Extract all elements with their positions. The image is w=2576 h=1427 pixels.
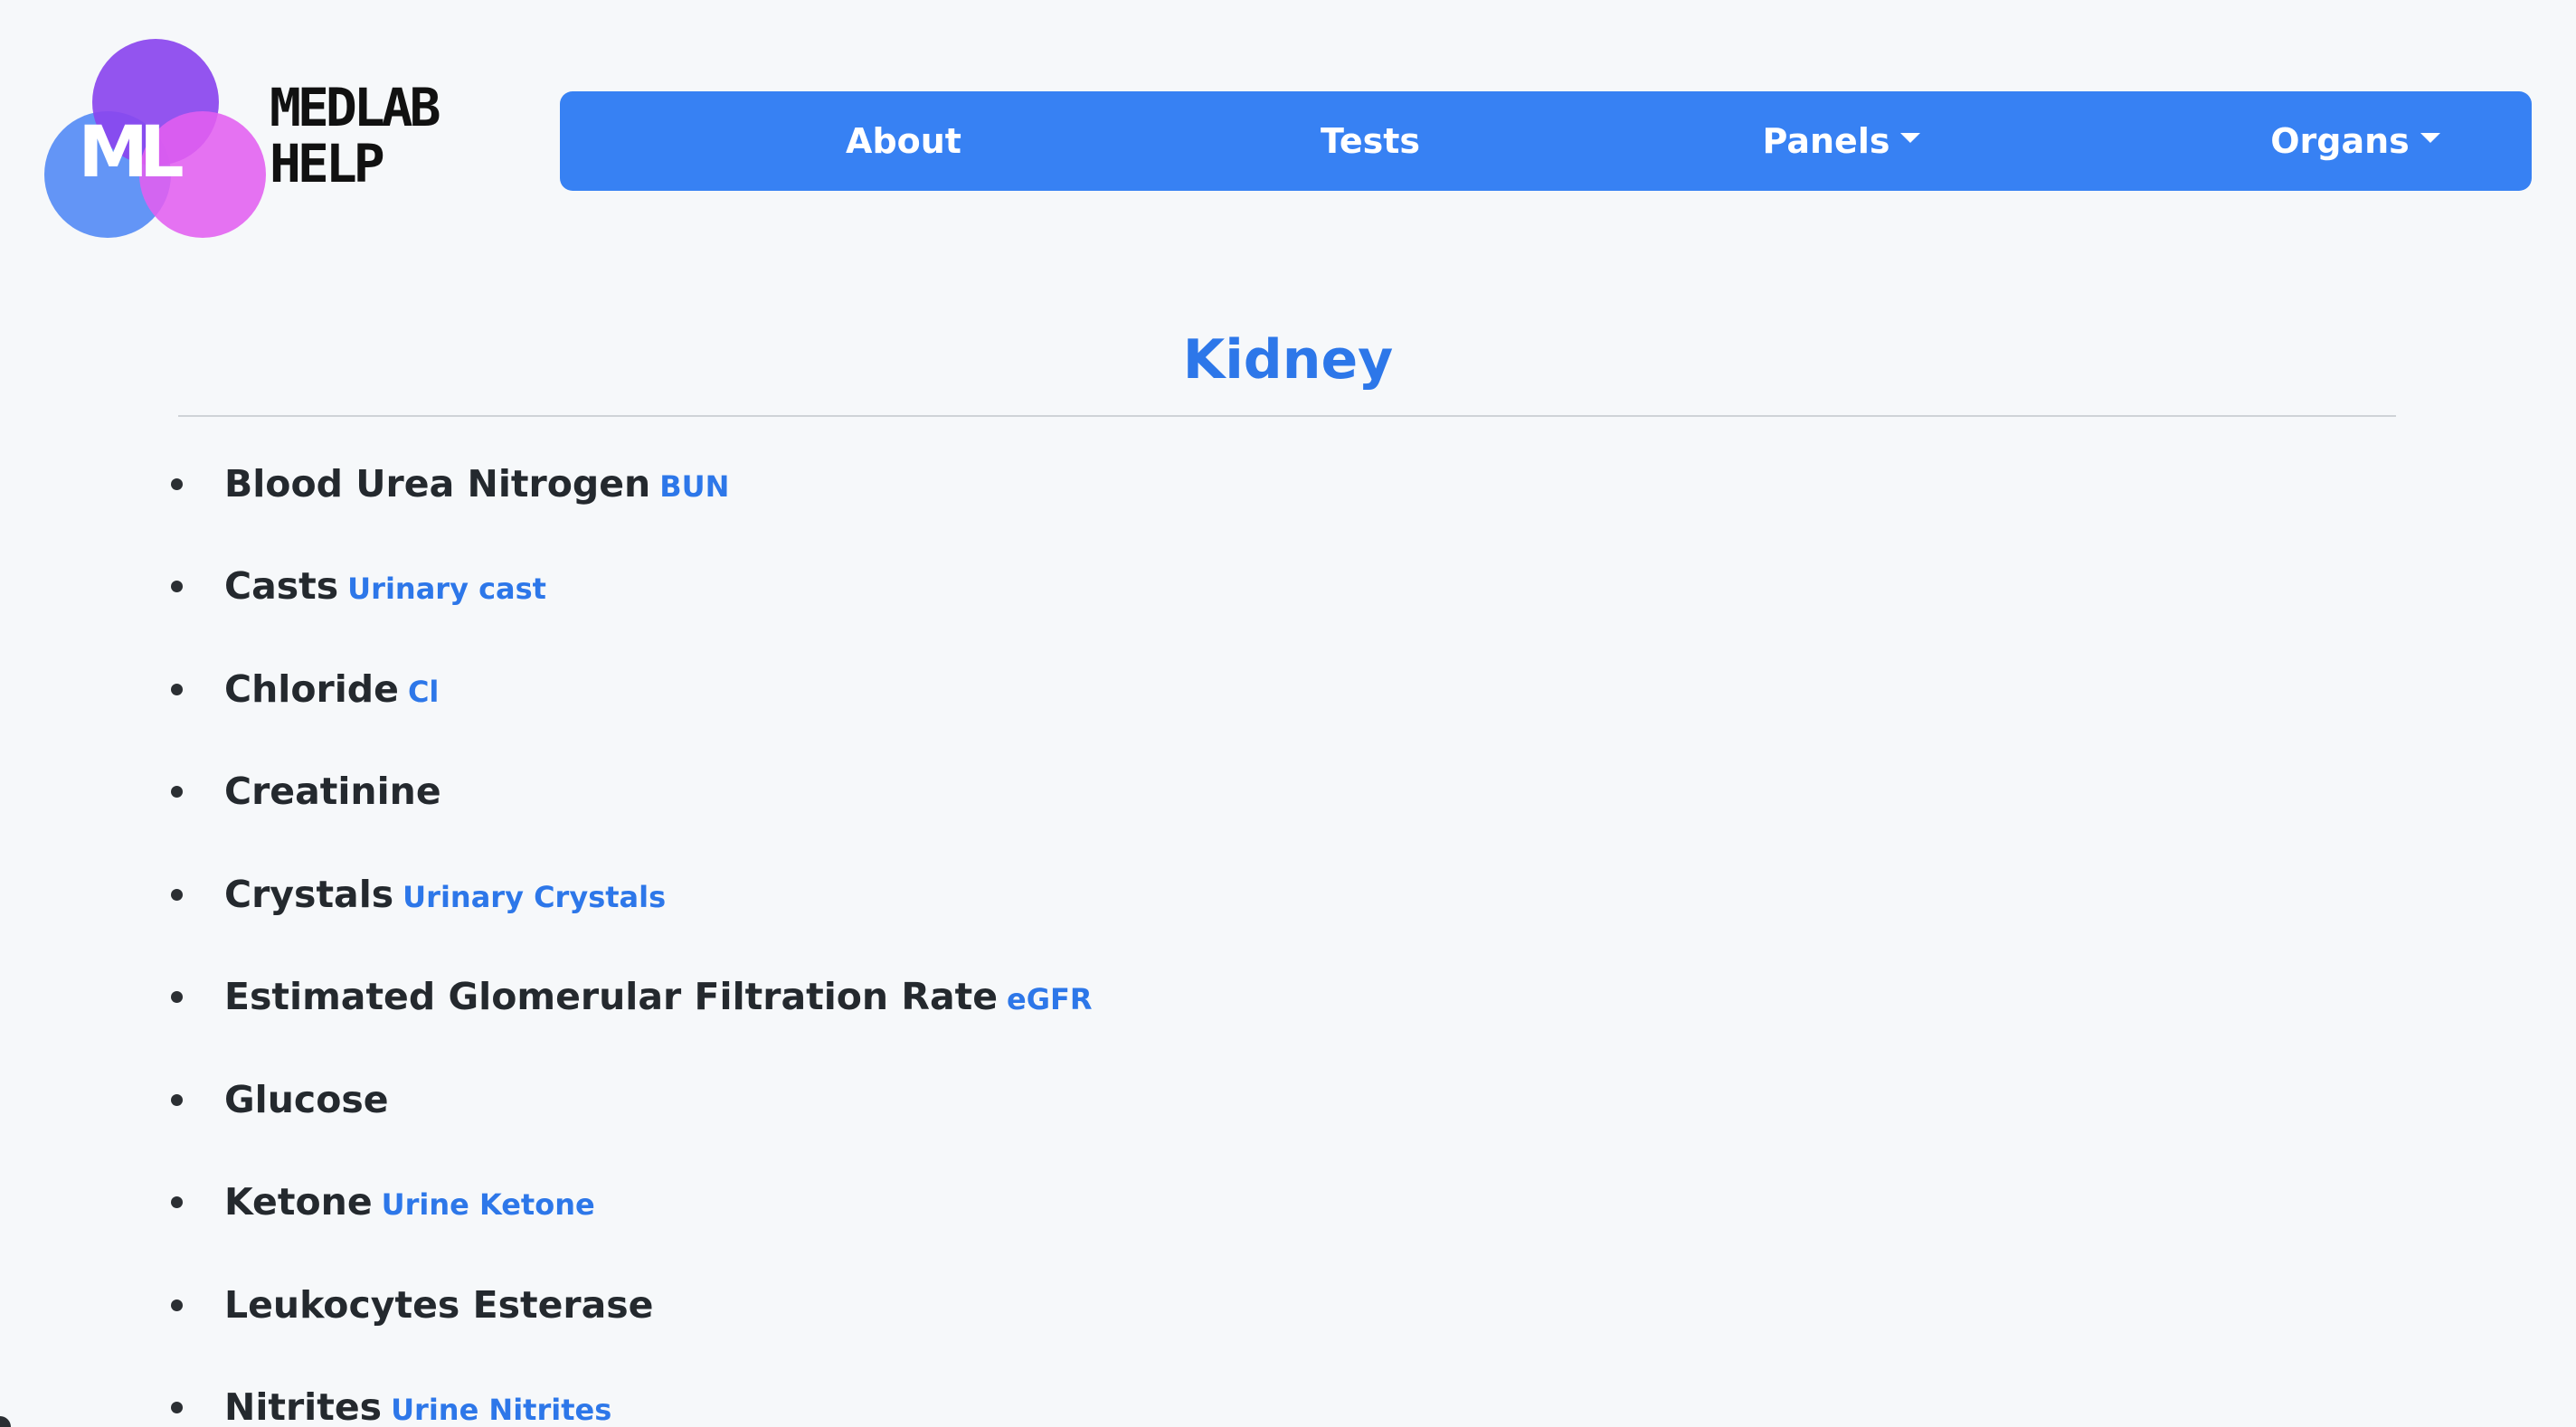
- bullet-icon: [171, 683, 183, 695]
- test-abbreviation: eGFR: [1007, 982, 1093, 1017]
- list-item: Leukocytes Esterase: [0, 1253, 2576, 1356]
- test-link[interactable]: Glucose: [224, 1078, 389, 1121]
- nav-panels-label: Panels: [1762, 121, 1890, 161]
- bullet-icon: [171, 888, 183, 901]
- nav-organs-dropdown[interactable]: Organs: [2174, 91, 2536, 191]
- bullet-icon: [171, 581, 183, 593]
- chevron-down-icon: [2420, 132, 2440, 143]
- test-link[interactable]: Estimated Glomerular Filtration Rate: [224, 975, 998, 1018]
- logo-monogram: ML: [78, 112, 183, 194]
- nav-tests-link[interactable]: Tests: [1189, 91, 1551, 191]
- bullet-icon: [171, 786, 183, 799]
- bullet-icon: [171, 1299, 183, 1311]
- test-abbreviation: Cl: [407, 674, 440, 709]
- bullet-icon: [171, 1402, 183, 1414]
- test-link[interactable]: Nitrites: [224, 1385, 382, 1427]
- nav-about-label: About: [846, 121, 961, 161]
- test-link[interactable]: Creatinine: [224, 770, 441, 813]
- logo-circles-icon: ML: [44, 39, 266, 238]
- main-navbar: About Tests Panels Organs: [560, 91, 2532, 191]
- test-link[interactable]: Casts: [224, 564, 338, 608]
- test-abbreviation: Urinary Crystals: [402, 879, 667, 914]
- logo-line-2: HELP: [270, 133, 385, 194]
- list-item: Chloride Cl: [0, 638, 2576, 741]
- test-link[interactable]: Chloride: [224, 667, 399, 711]
- bullet-icon: [171, 477, 183, 490]
- test-abbreviation: Urine Nitrites: [391, 1393, 612, 1427]
- test-link[interactable]: Leukocytes Esterase: [224, 1283, 653, 1327]
- test-abbreviation: Urine Ketone: [381, 1187, 595, 1223]
- bullet-icon: [171, 1196, 183, 1209]
- list-item: Creatinine: [0, 741, 2576, 844]
- list-item: Glucose: [0, 1048, 2576, 1151]
- title-divider: [178, 415, 2396, 417]
- list-item: Casts Urinary cast: [0, 535, 2576, 638]
- test-abbreviation: Urinary cast: [347, 572, 546, 607]
- page: ML MEDLAB HELP About Tests Panels Organs…: [0, 0, 2576, 1427]
- test-link[interactable]: Ketone: [224, 1180, 373, 1224]
- test-link[interactable]: Crystals: [224, 873, 393, 916]
- site-logo[interactable]: ML MEDLAB HELP: [43, 36, 487, 244]
- nav-organs-label: Organs: [2270, 121, 2410, 161]
- test-list: Blood Urea Nitrogen BUN Casts Urinary ca…: [0, 432, 2576, 1427]
- bullet-icon: [171, 991, 183, 1004]
- nav-panels-dropdown[interactable]: Panels: [1661, 91, 2022, 191]
- list-item: Crystals Urinary Crystals: [0, 843, 2576, 946]
- test-abbreviation: BUN: [659, 468, 730, 504]
- list-item: Ketone Urine Ketone: [0, 1151, 2576, 1254]
- list-item: Nitrites Urine Nitrites: [0, 1356, 2576, 1427]
- logo-line-1: MEDLAB: [270, 77, 441, 138]
- list-item: Blood Urea Nitrogen BUN: [0, 432, 2576, 535]
- nav-about-link[interactable]: About: [723, 91, 1084, 191]
- logo-wordmark: MEDLAB HELP: [270, 77, 441, 194]
- bullet-icon: [171, 1093, 183, 1106]
- chevron-down-icon: [1900, 132, 1921, 143]
- nav-tests-label: Tests: [1320, 121, 1421, 161]
- page-title: Kidney: [1182, 328, 1394, 392]
- test-link[interactable]: Blood Urea Nitrogen: [224, 462, 650, 506]
- list-item: Estimated Glomerular Filtration Rate eGF…: [0, 946, 2576, 1049]
